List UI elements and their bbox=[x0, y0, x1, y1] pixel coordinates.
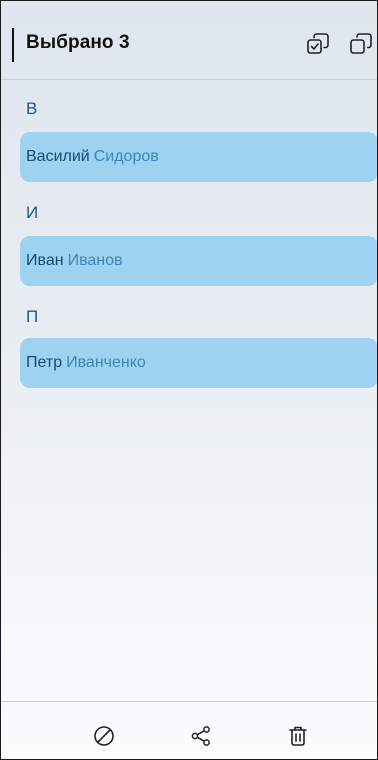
contacts-selection-screen: Выбрано 3 В Василий Сидоров И Иван Ивано… bbox=[0, 0, 378, 760]
contact-last-name: Сидоров bbox=[93, 148, 159, 165]
selection-count-title: Выбрано 3 bbox=[26, 32, 130, 53]
section-letter-i: И bbox=[26, 203, 39, 222]
selection-header: Выбрано 3 bbox=[1, 1, 377, 80]
contact-first-name: Иван bbox=[26, 252, 64, 269]
block-icon[interactable] bbox=[92, 724, 116, 748]
contact-last-name: Иванов bbox=[67, 252, 123, 269]
bottom-action-bar bbox=[1, 701, 377, 759]
contact-last-name: Иванченко bbox=[66, 354, 146, 371]
section-letter-v: В bbox=[26, 99, 38, 118]
text-cursor-bar bbox=[12, 28, 14, 62]
contact-item[interactable]: Иван Иванов bbox=[20, 236, 377, 286]
contact-first-name: Петр bbox=[26, 354, 63, 371]
contact-item[interactable]: Петр Иванченко bbox=[20, 338, 377, 388]
contact-first-name: Василий bbox=[26, 148, 90, 165]
copy-icon[interactable] bbox=[348, 31, 374, 57]
share-icon[interactable] bbox=[189, 724, 213, 748]
contact-item[interactable]: Василий Сидоров bbox=[20, 132, 377, 182]
trash-icon[interactable] bbox=[286, 724, 310, 748]
section-letter-p: П bbox=[26, 307, 39, 326]
select-all-icon[interactable] bbox=[305, 31, 331, 57]
